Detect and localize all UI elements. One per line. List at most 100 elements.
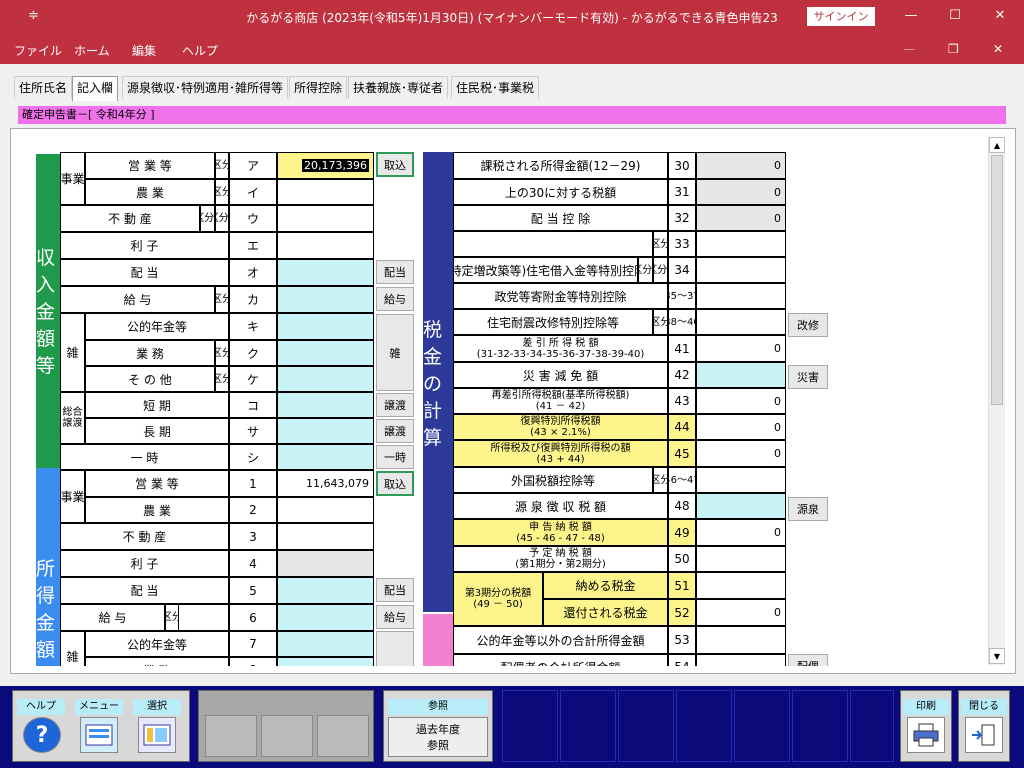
tax-row-14-value[interactable]: 0 — [696, 519, 786, 546]
exit-door-icon[interactable] — [965, 717, 1003, 753]
doc-minimize-button[interactable]: — — [903, 42, 915, 56]
row-sonota-letter: ケ — [229, 366, 277, 392]
gensen-button[interactable]: 源泉 — [788, 497, 828, 521]
row-kyuyo-letter: カ — [229, 286, 277, 313]
select-icon[interactable] — [138, 717, 176, 753]
row-sonota-kubun: 区分 — [215, 366, 229, 392]
tax-row-10-value[interactable]: 0 — [696, 414, 786, 440]
row2-nenkin-value[interactable] — [277, 631, 374, 657]
row2-eigyo-value[interactable]: 11,643,079 — [277, 470, 374, 497]
row2-nogyo-value[interactable] — [277, 497, 374, 523]
row-kyuyo-value[interactable] — [277, 286, 374, 313]
row2-gyomu-value[interactable] — [277, 657, 374, 666]
row-eigyo-value[interactable]: 20,173,396 — [277, 152, 374, 179]
haigu-button[interactable]: 配偶 — [788, 654, 828, 666]
tax-row-15-value[interactable] — [696, 546, 786, 572]
row2-kyuyo-value[interactable] — [277, 604, 374, 631]
row-rishi-value[interactable] — [277, 232, 374, 259]
scroll-thumb[interactable] — [991, 155, 1003, 405]
tax-row-8-value[interactable] — [696, 362, 786, 388]
maximize-button[interactable]: ☐ — [940, 6, 970, 26]
zatsu2-button[interactable] — [376, 631, 414, 666]
tax-row-12-no: 46～47 — [668, 467, 696, 493]
row-gyomu-value[interactable] — [277, 340, 374, 366]
tax-row-6-no: 38～40 — [668, 309, 696, 335]
tax-row-5-no: 35～37 — [668, 283, 696, 309]
tab-deductions[interactable]: 所得控除 — [289, 76, 348, 99]
tax-row-9-value[interactable]: 0 — [696, 388, 786, 414]
row-nenkin-value[interactable] — [277, 313, 374, 340]
tab-address[interactable]: 住所氏名 — [14, 76, 73, 99]
torikomi-button[interactable]: 取込 — [376, 152, 414, 177]
kaishu-button[interactable]: 改修 — [788, 313, 828, 337]
cat-zatsu: 雑 — [60, 313, 85, 392]
tax-row-7-value[interactable]: 0 — [696, 335, 786, 362]
zatsu-button[interactable]: 雑 — [376, 314, 414, 391]
row-sonota-value[interactable] — [277, 366, 374, 392]
tab-withholding[interactable]: 源泉徴収･特例適用･雑所得等 — [122, 76, 289, 99]
doc-close-button[interactable]: ✕ — [993, 42, 1003, 56]
kyuyo2-button[interactable]: 給与 — [376, 605, 414, 629]
tax-row-4-value[interactable] — [696, 257, 786, 283]
tax-row-1-value[interactable]: 0 — [696, 179, 786, 205]
row-tanki-value[interactable] — [277, 392, 374, 418]
tax-row-2-label-text: 配 当 控 除 — [530, 211, 591, 226]
tax-row-14-sub-text: (45 - 46 - 47 - 48) — [516, 532, 605, 544]
menu-label: メニュー — [75, 699, 123, 715]
tab-entry[interactable]: 記入欄 — [72, 76, 119, 101]
row-fudosan-value[interactable] — [277, 205, 374, 232]
row2-haito-value[interactable] — [277, 577, 374, 604]
minimize-button[interactable]: — — [896, 6, 926, 26]
tax-row-11-value[interactable]: 0 — [696, 440, 786, 467]
row-choki-value[interactable] — [277, 418, 374, 444]
tax-row-6-value[interactable] — [696, 309, 786, 335]
menu-icon[interactable] — [80, 717, 118, 753]
tax-row-19-value[interactable] — [696, 654, 786, 666]
menu-icon-graphic — [85, 724, 113, 746]
tab-dependents[interactable]: 扶養親族･専従者 — [348, 76, 449, 99]
row-ichiji-value[interactable] — [277, 444, 374, 470]
tax-row-16-value[interactable] — [696, 572, 786, 599]
menu-file[interactable]: ファイル — [14, 42, 62, 59]
tax-row-12-value[interactable] — [696, 467, 786, 493]
tax-row-8-label: 災 害 減 免 額 — [453, 362, 668, 388]
tax-row-7-sub-text: (31-32-33-34-35-36-37-38-39-40) — [476, 348, 645, 360]
doc-restore-button[interactable]: ❐ — [948, 42, 959, 56]
tax-row-7-label: 差 引 所 得 税 額 (31-32-33-34-35-36-37-38-39-4… — [453, 335, 668, 362]
tab-resident-tax[interactable]: 住民税･事業税 — [451, 76, 540, 99]
row2-rishi-value — [277, 550, 374, 577]
joto-choki-button[interactable]: 譲渡 — [376, 419, 414, 443]
haito-button[interactable]: 配当 — [376, 260, 414, 284]
print-icon[interactable] — [907, 717, 945, 753]
tax-row-3-value[interactable] — [696, 231, 786, 257]
tax-row-13-value[interactable] — [696, 493, 786, 519]
haito2-button[interactable]: 配当 — [376, 578, 414, 602]
past-year-button[interactable]: 過去年度参照 — [388, 717, 488, 757]
tax-row-17-value[interactable]: 0 — [696, 599, 786, 626]
menu-edit[interactable]: 編集 — [132, 42, 156, 59]
menu-help[interactable]: ヘルプ — [182, 42, 218, 59]
signin-button[interactable]: サインイン — [807, 7, 875, 26]
help-icon[interactable]: ? — [23, 717, 61, 753]
close-button[interactable]: ✕ — [985, 6, 1015, 26]
row2-fudosan-value[interactable] — [277, 523, 374, 550]
ichiji-button[interactable]: 一時 — [376, 445, 414, 469]
kyuyo-button[interactable]: 給与 — [376, 287, 414, 311]
bottom-toolbar: ヘルプ ? メニュー 選択 参照 過去年度参照 印刷 閉じる — [0, 686, 1024, 768]
menu-home[interactable]: ホーム — [74, 42, 110, 59]
row-haito-value[interactable] — [277, 259, 374, 286]
tax-row-2-value[interactable]: 0 — [696, 205, 786, 231]
joto-tanki-button[interactable]: 譲渡 — [376, 393, 414, 417]
scroll-down-icon[interactable]: ▼ — [989, 648, 1005, 664]
vertical-scrollbar[interactable]: ▲ ▼ — [988, 137, 1005, 665]
tax-row-18-value[interactable] — [696, 626, 786, 654]
tax-row-5-value[interactable] — [696, 283, 786, 309]
torikomi2-button[interactable]: 取込 — [376, 471, 414, 496]
tax-row-0-value[interactable]: 0 — [696, 152, 786, 179]
saigai-button[interactable]: 災害 — [788, 365, 828, 389]
row-nogyo-value[interactable] — [277, 179, 374, 205]
row-eigyo-value-text: 20,173,396 — [302, 159, 369, 172]
tax-row-19-label-text: 配偶者の合計所得金額 — [500, 659, 620, 667]
row-fudosan-kubun2: 区分2 — [215, 205, 229, 232]
scroll-up-icon[interactable]: ▲ — [989, 137, 1005, 153]
